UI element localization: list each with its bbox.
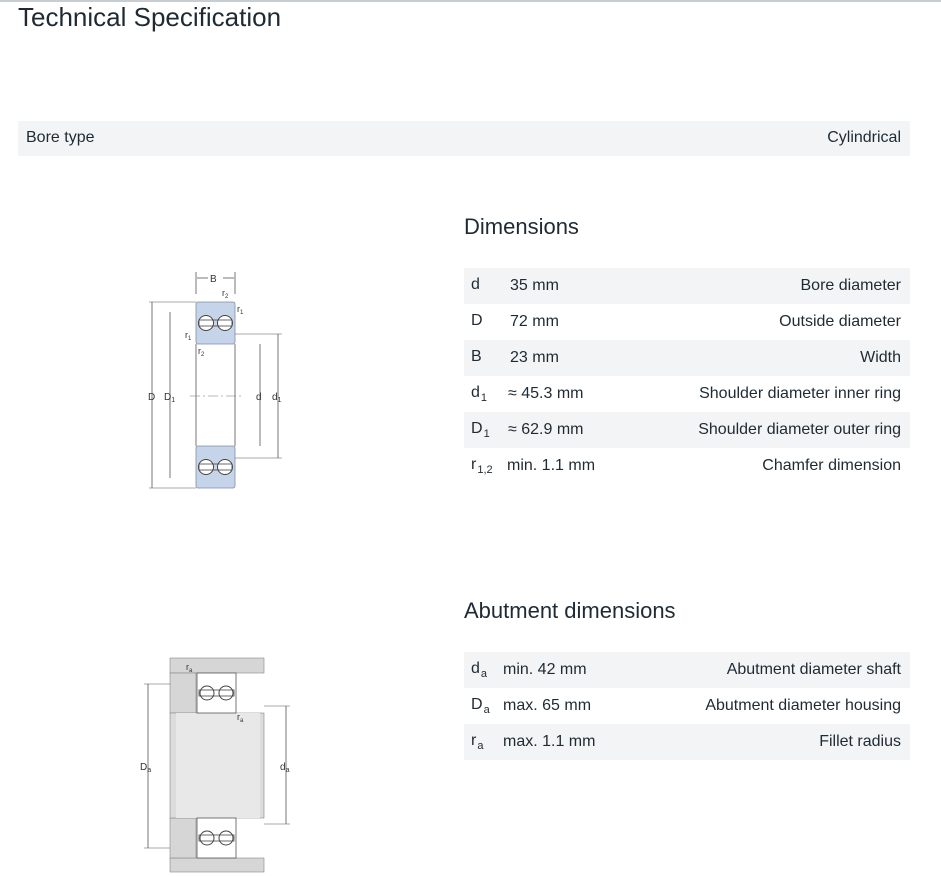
row-description: Shoulder diameter inner ring [699,385,901,402]
bore-type-row: Bore type Cylindrical [18,121,910,156]
row-description: Abutment diameter shaft [726,661,901,678]
diagram-label-da: da [280,762,290,774]
diagram-label-r1-left: r1 [185,330,192,342]
table-row: d1 ≈ 45.3 mm Shoulder diameter inner rin… [464,376,910,412]
row-symbol: D [471,312,483,329]
row-description: Bore diameter [800,277,902,294]
row-symbol: d1 [471,384,488,404]
diagram-label-d: d [256,392,262,403]
row-symbol: r1,2 [471,456,493,476]
bore-type-label: Bore type [26,129,95,146]
table-row: D1 ≈ 62.9 mm Shoulder diameter outer rin… [464,412,910,448]
row-description: Outside diameter [779,313,901,330]
diagram-label-d1: d1 [272,392,282,404]
row-value: 72 mm [510,313,559,330]
diagram-label-D: D [148,392,155,403]
row-value: ≈ 45.3 mm [508,385,584,402]
table-row: Da max. 65 mm Abutment diameter housing [464,688,910,724]
bore-type-value: Cylindrical [827,129,901,146]
row-value: max. 65 mm [503,697,592,714]
diagram-label-B: B [210,274,217,285]
table-row: d 35 mm Bore diameter [464,268,910,304]
diagram-label-r2-top: r2 [222,288,229,300]
row-value: ≈ 62.9 mm [508,421,584,438]
row-symbol: da [471,660,488,680]
diagram-label-r1-top: r1 [237,304,244,316]
table-row: r1,2 min. 1.1 mm Chamfer dimension [464,448,910,484]
table-row: D 72 mm Outside diameter [464,304,910,340]
table-row: ra max. 1.1 mm Fillet radius [464,724,910,760]
diagram-label-Da: Da [140,762,151,774]
row-symbol: ra [471,732,484,752]
table-row: da min. 42 mm Abutment diameter shaft [464,652,910,688]
diagram-label-D1: D1 [164,392,175,404]
row-value: max. 1.1 mm [503,733,596,750]
dimensions-heading: Dimensions [464,214,579,239]
row-value: 35 mm [510,277,559,294]
abutment-heading: Abutment dimensions [464,598,676,623]
diagram-label-r2-bottom: r2 [198,346,205,358]
row-value: 23 mm [510,349,559,366]
row-description: Fillet radius [819,733,901,750]
row-description: Chamfer dimension [762,457,901,474]
abutment-dimensions-diagram: ra ra Da da [140,657,290,873]
row-symbol: B [471,348,482,365]
row-value: min. 42 mm [503,661,587,678]
table-row: B 23 mm Width [464,340,910,376]
page-title: Technical Specification [18,2,282,32]
row-symbol: d [471,276,480,293]
row-symbol: D1 [471,420,490,440]
row-description: Abutment diameter housing [705,697,901,714]
abutment-table: da min. 42 mm Abutment diameter shaft Da… [464,652,910,760]
row-value: min. 1.1 mm [507,457,596,474]
row-symbol: Da [471,696,490,716]
bearing-dimensions-diagram: B r2 r1 r1 r2 D D1 d d1 [148,272,282,489]
row-description: Shoulder diameter outer ring [698,421,901,438]
dimensions-table: d 35 mm Bore diameter D 72 mm Outside di… [464,268,910,484]
row-description: Width [860,349,901,366]
